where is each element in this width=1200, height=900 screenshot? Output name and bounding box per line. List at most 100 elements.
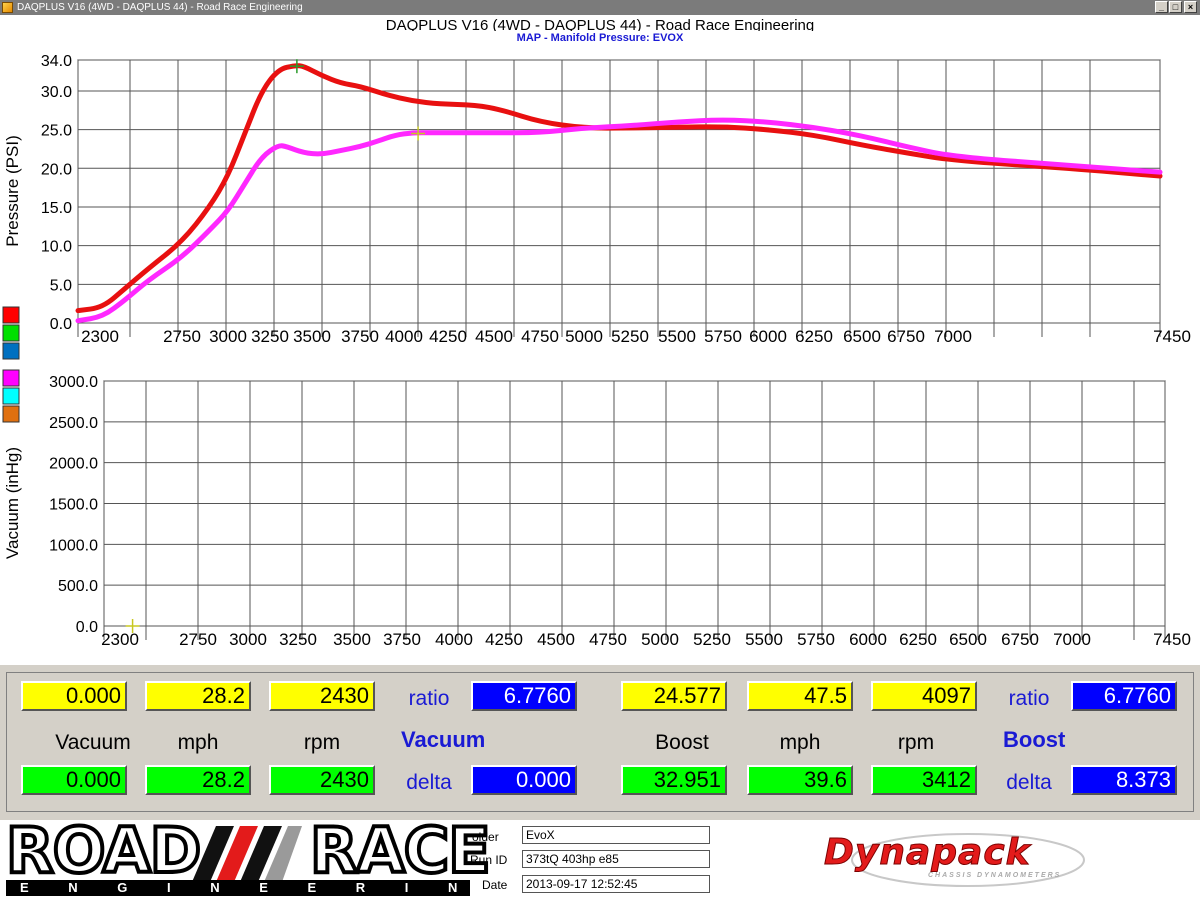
x-tick-label: 4750 <box>589 630 627 649</box>
x-tick-label: 5750 <box>704 327 742 346</box>
y-tick-label: 0.0 <box>50 316 72 333</box>
x-tick-label: 6250 <box>795 327 833 346</box>
x-tick-label: 2750 <box>163 327 201 346</box>
y-tick-label: 3000.0 <box>49 374 98 391</box>
x-tick-label: 5000 <box>641 630 679 649</box>
y-tick-label: 0.0 <box>76 619 98 636</box>
boost-mph-label: mph <box>779 731 821 754</box>
x-tick-label: 4500 <box>537 630 575 649</box>
y-tick-label: 500.0 <box>58 578 98 595</box>
x-tick-label: 4000 <box>385 327 423 346</box>
vacuum-chart: 3000.02500.02000.01500.01000.0500.00.023… <box>3 374 1191 649</box>
x-tick-label: 5000 <box>565 327 603 346</box>
boost-mode-label: Boost <box>1003 727 1066 752</box>
boost-rpm-top-value: 4097 <box>871 681 977 711</box>
delta-value: 0.000 <box>471 765 577 795</box>
x-tick-label: 4750 <box>521 327 559 346</box>
x-tick-label: 4250 <box>485 630 523 649</box>
close-button[interactable]: × <box>1184 1 1197 13</box>
x-tick-label: 7450 <box>1153 630 1191 649</box>
x-tick-label: 4000 <box>435 630 473 649</box>
x-tick-label: 7000 <box>1053 630 1091 649</box>
folder-field[interactable]: EvoX <box>522 826 710 844</box>
x-tick-label: 2300 <box>81 327 119 346</box>
folder-label: older <box>472 830 499 844</box>
x-tick-label: 6500 <box>843 327 881 346</box>
x-tick-label: 3750 <box>383 630 421 649</box>
y-tick-label: 2500.0 <box>49 415 98 432</box>
x-tick-label: 3000 <box>209 327 247 346</box>
window-title: DAQPLUS V16 (4WD - DAQPLUS 44) - Road Ra… <box>17 2 303 13</box>
y-tick-label: 20.0 <box>41 161 72 178</box>
boost-ratio-value: 6.7760 <box>1071 681 1177 711</box>
x-tick-label: 3500 <box>333 630 371 649</box>
chart-canvas: 34.0 30.0 25.0 20.0 15.0 10.0 5.0 0.0 2300 2750 30… <box>2 53 1191 649</box>
series-swatch <box>2 342 20 360</box>
ratio-value: 6.7760 <box>471 681 577 711</box>
rpm-bottom-value: 2430 <box>269 765 375 795</box>
logo-road: ROAD <box>4 814 203 887</box>
chart-area: DAQPLUS V16 (4WD - DAQPLUS 44) - Road Ra… <box>0 15 1200 665</box>
y-tick-label: 15.0 <box>41 200 72 217</box>
y-tick-label: 34.0 <box>41 53 72 70</box>
date-field[interactable]: 2013-09-17 12:52:45 <box>522 875 710 893</box>
y-tick-label: 25.0 <box>41 123 72 140</box>
mph-label: mph <box>177 731 219 754</box>
minimize-button[interactable]: _ <box>1155 1 1168 13</box>
x-tick-label: 3250 <box>251 327 289 346</box>
y-tick-label: 30.0 <box>41 84 72 101</box>
footer: ROAD RACE E N G I N E E R I N G older Ev… <box>0 816 1200 900</box>
y-axis-label: Pressure (PSI) <box>3 135 22 246</box>
logo-engineering: E N G I N E E R I N G <box>6 880 470 896</box>
rpm-top-value: 2430 <box>269 681 375 711</box>
dynapack-wordmark: Dynapack <box>824 832 1031 874</box>
x-tick-label: 5500 <box>658 327 696 346</box>
readout-panel: 0.000 28.2 2430 Vacuum mph rpm 0.000 28.… <box>6 672 1194 812</box>
x-tick-label: 5750 <box>797 630 835 649</box>
boost-label: Boost <box>655 731 709 754</box>
series-swatch <box>2 387 20 405</box>
maximize-button[interactable]: □ <box>1169 1 1182 13</box>
logo-stripes <box>192 826 302 882</box>
road-race-logo: ROAD RACE E N G I N E E R I N G <box>4 816 493 898</box>
boost-bottom-value: 32.951 <box>621 765 727 795</box>
x-tick-label: 5500 <box>745 630 783 649</box>
boost-ratio-label: ratio <box>1008 687 1050 710</box>
series-swatch <box>2 324 20 342</box>
y-tick-label: 10.0 <box>41 239 72 256</box>
x-tick-label: 6250 <box>899 630 937 649</box>
mph-top-value: 28.2 <box>145 681 251 711</box>
x-tick-label: 7000 <box>934 327 972 346</box>
x-tick-label: 3250 <box>279 630 317 649</box>
boost-top-value: 24.577 <box>621 681 727 711</box>
x-tick-label: 5250 <box>693 630 731 649</box>
dynapack-logo: Dynapack CHASSIS DYNAMOMETERS <box>818 826 1108 892</box>
y-tick-label: 2000.0 <box>49 456 98 473</box>
vacuum-bottom-value: 0.000 <box>21 765 127 795</box>
date-label: Date <box>482 878 508 892</box>
series-swatch <box>2 405 20 423</box>
logo-race: RACE <box>308 814 493 887</box>
rpm-label: rpm <box>303 731 341 754</box>
x-tick-label: 4500 <box>475 327 513 346</box>
x-tick-label: 4250 <box>429 327 467 346</box>
vacuum-mode-label: Vacuum <box>401 727 486 752</box>
boost-rpm-label: rpm <box>897 731 935 754</box>
mph-bottom-value: 28.2 <box>145 765 251 795</box>
y-axis-label: Vacuum (inHg) <box>3 447 22 559</box>
runid-field[interactable]: 373tQ 403hp e85 <box>522 850 710 868</box>
y-tick-label: 1000.0 <box>49 537 98 554</box>
window-titlebar: DAQPLUS V16 (4WD - DAQPLUS 44) - Road Ra… <box>0 0 1200 15</box>
x-tick-label: 6750 <box>887 327 925 346</box>
y-tick-label: 5.0 <box>50 277 72 294</box>
x-tick-label: 7450 <box>1153 327 1191 346</box>
dynapack-tagline: CHASSIS DYNAMOMETERS <box>928 872 1062 879</box>
vacuum-top-value: 0.000 <box>21 681 127 711</box>
boost-rpm-bottom-value: 3412 <box>871 765 977 795</box>
series-swatch <box>2 369 20 387</box>
x-tick-label: 3750 <box>341 327 379 346</box>
y-tick-label: 1500.0 <box>49 497 98 514</box>
x-tick-label: 2750 <box>179 630 217 649</box>
x-tick-label: 6000 <box>749 327 787 346</box>
x-tick-label: 3500 <box>293 327 331 346</box>
